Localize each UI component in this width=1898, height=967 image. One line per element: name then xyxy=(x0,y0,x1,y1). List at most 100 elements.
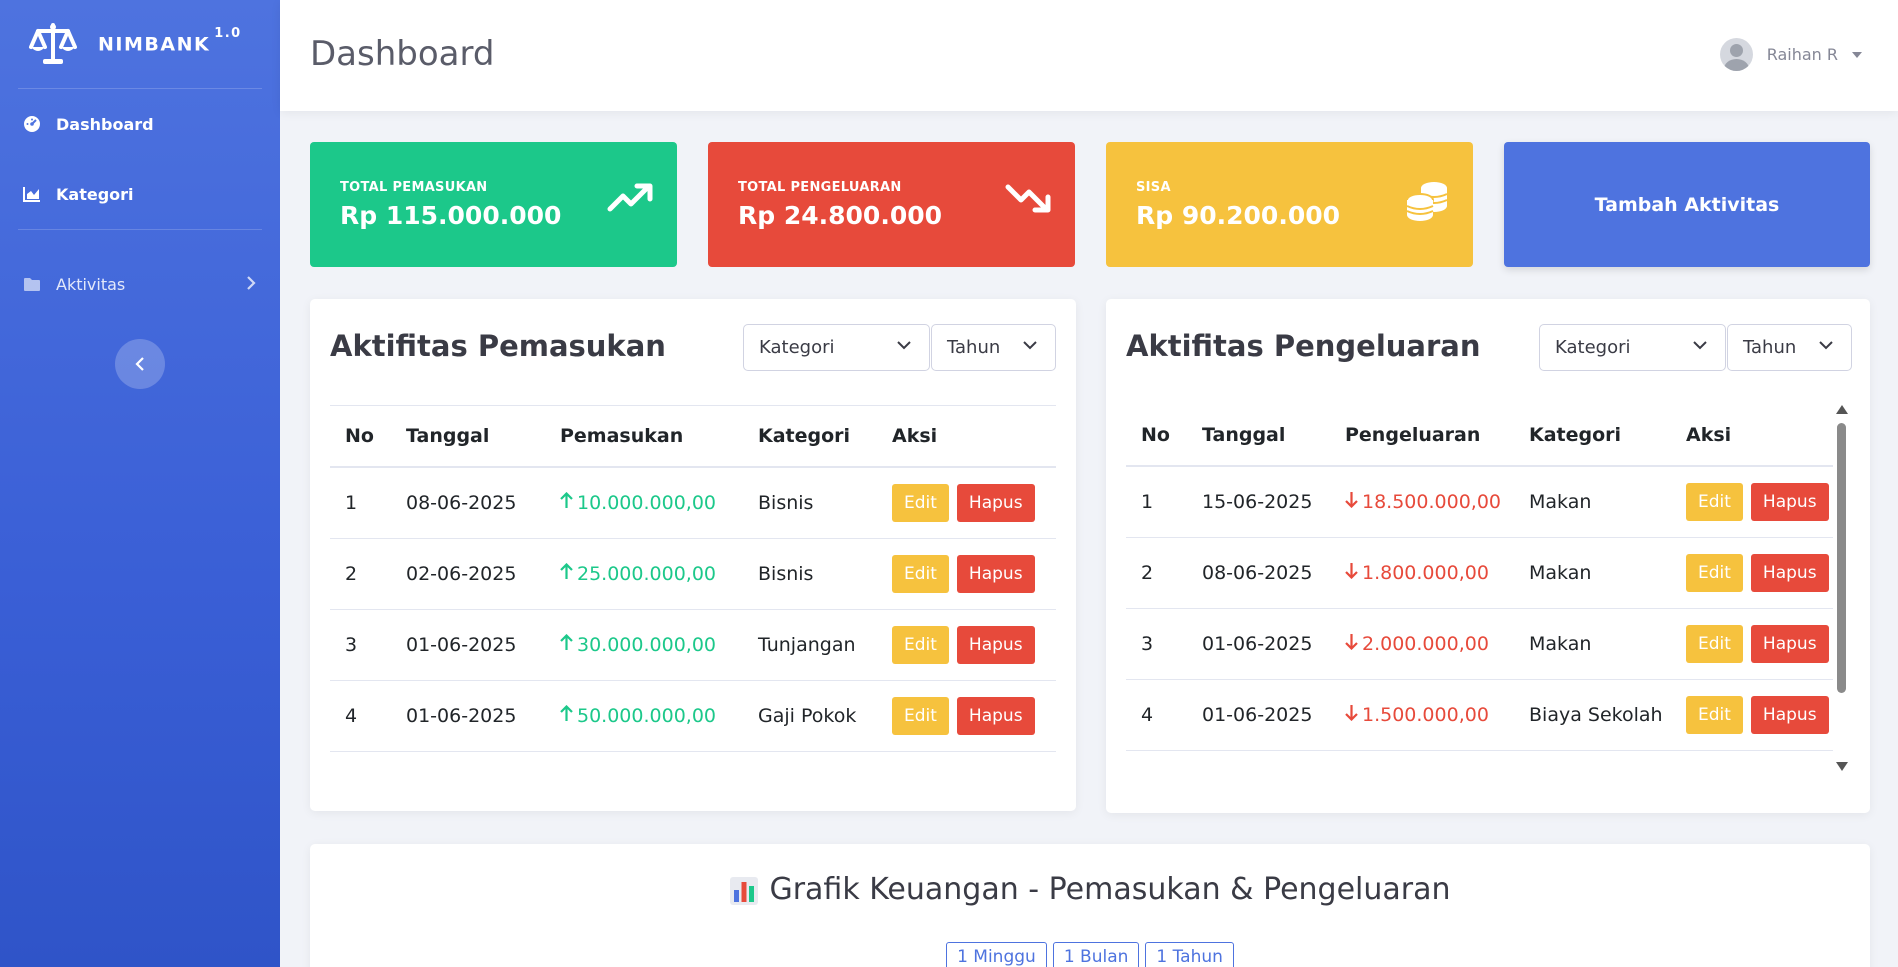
cell-date: 01-06-2025 xyxy=(1187,608,1330,680)
edit-button[interactable]: Edit xyxy=(892,554,949,593)
cell-date: 01-06-2025 xyxy=(1187,679,1330,751)
amount-value: 50.000.000,00 xyxy=(577,704,717,727)
balance-card: SISA Rp 90.200.000 xyxy=(1106,142,1473,267)
chevron-right-icon xyxy=(246,272,256,296)
cell-date: 15-06-2025 xyxy=(1187,466,1330,538)
year-select[interactable]: Tahun xyxy=(1727,324,1852,371)
cell-no: 3 xyxy=(1126,608,1187,680)
sidebar-item-label: Dashboard xyxy=(56,114,154,134)
cell-actions: Edit Hapus xyxy=(877,538,1056,610)
delete-button[interactable]: Hapus xyxy=(956,625,1035,664)
delete-button[interactable]: Hapus xyxy=(1750,482,1829,521)
select-value: Tahun xyxy=(1743,337,1797,358)
scroll-thumb[interactable] xyxy=(1837,423,1846,693)
cell-no: 2 xyxy=(1126,537,1187,609)
table-row: 2 08-06-2025 1.800.000,00 Makan Edit Hapu… xyxy=(1126,537,1833,609)
table-row: 3 01-06-2025 30.000.000,00 Tunjangan Edi… xyxy=(330,609,1056,681)
cell-actions: Edit Hapus xyxy=(1671,466,1833,538)
cell-no: 3 xyxy=(330,609,391,681)
select-value: Kategori xyxy=(759,337,835,358)
edit-button[interactable]: Edit xyxy=(1686,624,1743,663)
total-income-card: TOTAL PEMASUKAN Rp 115.000.000 xyxy=(310,142,677,267)
sidebar-item-label: Aktivitas xyxy=(56,274,126,294)
expense-table-scroll[interactable]: No Tanggal Pengeluaran Kategori Aksi 1 1… xyxy=(1126,405,1833,771)
column-header: Kategori xyxy=(743,406,877,468)
scroll-down-arrow-icon[interactable] xyxy=(1836,762,1848,771)
trend-down-icon xyxy=(1005,184,1051,213)
page-title: Dashboard xyxy=(310,34,495,74)
edit-button[interactable]: Edit xyxy=(892,625,949,664)
edit-button[interactable]: Edit xyxy=(1686,695,1743,734)
range-week-button[interactable]: 1 Minggu xyxy=(946,942,1047,967)
delete-button[interactable]: Hapus xyxy=(956,696,1035,735)
income-table-wrap: No Tanggal Pemasukan Kategori Aksi 1 08-… xyxy=(330,405,1056,752)
brand[interactable]: NIMBANK 1.0 xyxy=(0,0,280,88)
stat-value: Rp 115.000.000 xyxy=(340,201,562,230)
cell-date: 08-06-2025 xyxy=(391,467,545,539)
edit-button[interactable]: Edit xyxy=(1686,553,1743,592)
sidebar-toggle-button[interactable] xyxy=(115,339,165,389)
expense-table-scrollbar[interactable] xyxy=(1834,405,1848,771)
stat-value: Rp 90.200.000 xyxy=(1136,201,1341,230)
delete-button[interactable]: Hapus xyxy=(956,483,1035,522)
range-year-button[interactable]: 1 Tahun xyxy=(1145,942,1234,967)
column-header: Kategori xyxy=(1514,405,1671,467)
category-select[interactable]: Kategori xyxy=(1539,324,1726,371)
bar-chart-icon xyxy=(730,876,759,905)
scroll-up-arrow-icon[interactable] xyxy=(1836,405,1848,414)
sidebar: NIMBANK 1.0 Dashboard Kategori Aktivitas xyxy=(0,0,280,967)
stat-label: SISA xyxy=(1136,180,1171,195)
chart-area-icon xyxy=(22,184,42,204)
scale-logo-icon xyxy=(29,23,77,64)
column-header: Tanggal xyxy=(1187,405,1330,467)
select-value: Tahun xyxy=(947,337,1001,358)
delete-button[interactable]: Hapus xyxy=(1750,695,1829,734)
column-header: Tanggal xyxy=(391,406,545,468)
sidebar-item-kategori[interactable]: Kategori xyxy=(0,159,280,229)
range-month-button[interactable]: 1 Bulan xyxy=(1052,942,1140,967)
arrow-down-icon xyxy=(1345,491,1358,513)
amount-value: 1.500.000,00 xyxy=(1362,703,1489,726)
edit-button[interactable]: Edit xyxy=(892,483,949,522)
cell-actions: Edit Hapus xyxy=(1671,679,1833,751)
cell-category: Gaji Pokok xyxy=(743,680,877,752)
column-header: No xyxy=(1126,405,1187,467)
gauge-icon xyxy=(22,114,42,134)
arrow-up-icon xyxy=(560,562,573,585)
expense-activity-card: Aktifitas Pengeluaran Kategori Tahun No … xyxy=(1106,299,1870,813)
chevron-down-icon xyxy=(1693,341,1707,350)
year-select[interactable]: Tahun xyxy=(931,324,1056,371)
arrow-down-icon xyxy=(1345,633,1358,655)
add-activity-button[interactable]: Tambah Aktivitas xyxy=(1504,142,1870,267)
amount-value: 2.000.000,00 xyxy=(1362,632,1489,655)
table-header-row: No Tanggal Pemasukan Kategori Aksi xyxy=(330,406,1056,468)
table-row: 3 01-06-2025 2.000.000,00 Makan Edit Hapu… xyxy=(1126,608,1833,680)
coins-icon xyxy=(1406,182,1448,221)
cell-no: 1 xyxy=(1126,466,1187,538)
delete-button[interactable]: Hapus xyxy=(1750,553,1829,592)
chart-title: Grafik Keuangan - Pemasukan & Pengeluara… xyxy=(310,872,1870,907)
amount-value: 30.000.000,00 xyxy=(577,633,717,656)
table-row: 1 15-06-2025 18.500.000,00 Makan Edit Hap… xyxy=(1126,466,1833,538)
delete-button[interactable]: Hapus xyxy=(1750,624,1829,663)
table-header-row: No Tanggal Pengeluaran Kategori Aksi xyxy=(1126,405,1833,467)
cell-category: Makan xyxy=(1514,466,1671,538)
cell-amount: 2.000.000,00 xyxy=(1330,608,1514,680)
sidebar-item-dashboard[interactable]: Dashboard xyxy=(0,89,280,159)
table-row: 4 01-06-2025 1.500.000,00 Biaya Sekolah … xyxy=(1126,679,1833,751)
edit-button[interactable]: Edit xyxy=(1686,482,1743,521)
arrow-up-icon xyxy=(560,633,573,656)
edit-button[interactable]: Edit xyxy=(892,696,949,735)
delete-button[interactable]: Hapus xyxy=(956,554,1035,593)
expense-table: No Tanggal Pengeluaran Kategori Aksi 1 1… xyxy=(1126,405,1833,751)
category-select[interactable]: Kategori xyxy=(743,324,930,371)
stat-label: TOTAL PEMASUKAN xyxy=(340,180,488,195)
sidebar-item-aktivitas[interactable]: Aktivitas xyxy=(0,230,280,338)
sidebar-item-label: Kategori xyxy=(56,184,134,204)
topbar: Dashboard Raihan R xyxy=(280,0,1898,111)
select-value: Kategori xyxy=(1555,337,1631,358)
user-menu[interactable]: Raihan R xyxy=(1719,38,1862,71)
folder-icon xyxy=(22,274,42,294)
avatar xyxy=(1719,38,1753,71)
cell-no: 4 xyxy=(1126,679,1187,751)
